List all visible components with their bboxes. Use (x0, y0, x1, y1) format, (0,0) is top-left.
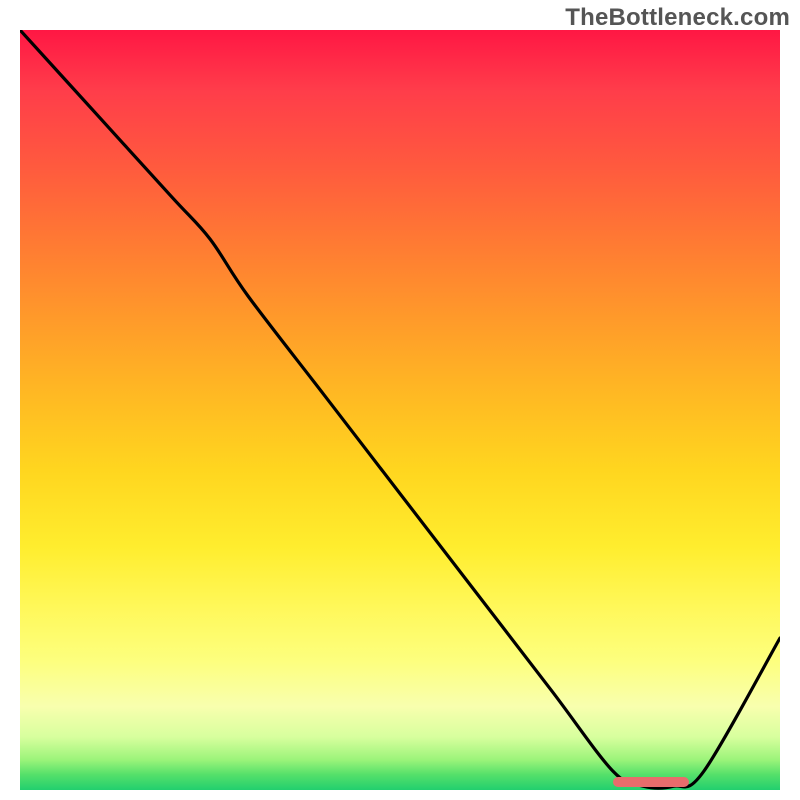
curve-path (20, 30, 780, 788)
minimum-marker (613, 777, 689, 787)
watermark-text: TheBottleneck.com (565, 4, 790, 32)
curve-svg (20, 30, 780, 790)
plot-area (20, 30, 780, 790)
chart-frame: TheBottleneck.com (0, 0, 800, 800)
